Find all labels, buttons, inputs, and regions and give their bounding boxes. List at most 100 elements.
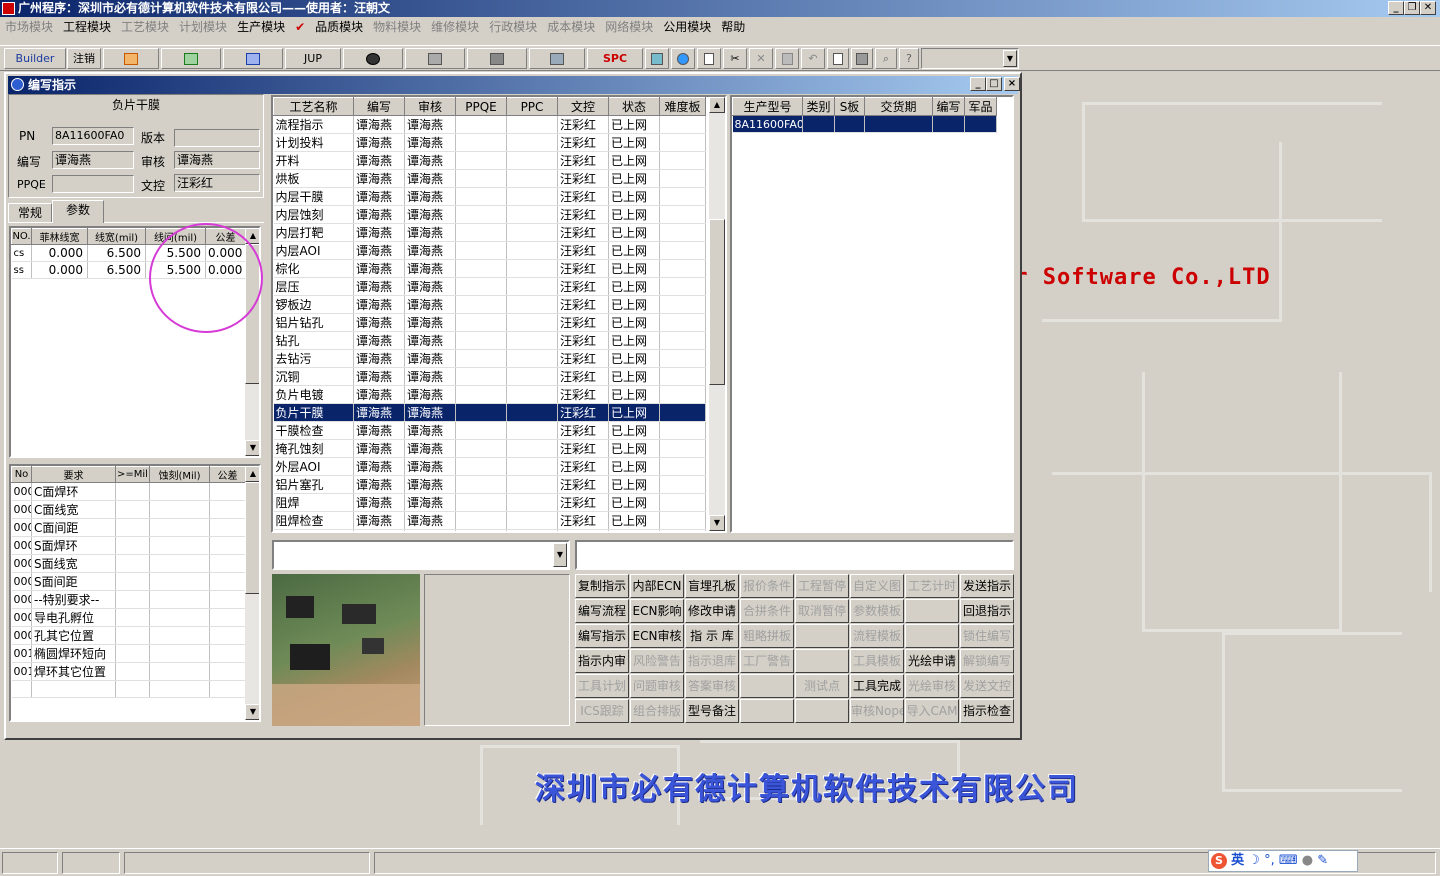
scroll-down-icon[interactable]: ▼ (709, 515, 725, 531)
tab-params[interactable]: 参数 (52, 200, 104, 223)
column-header[interactable]: 军品 (964, 97, 997, 116)
process-row[interactable]: 阻焊 谭海燕 谭海燕 汪彩红 已上网 (273, 493, 706, 512)
column-header[interactable]: 状态 (608, 97, 660, 116)
wrench-icon[interactable]: ✎ (1317, 853, 1328, 868)
column-header[interactable]: 交货期 (864, 97, 933, 116)
requirement-row[interactable]: 000导电孔孵位 (11, 608, 246, 627)
moon-icon[interactable]: ☽ (1248, 853, 1260, 868)
child-maximize-button[interactable]: □ (986, 77, 1002, 91)
process-combo[interactable]: ▼ (272, 540, 570, 570)
delete-button[interactable]: ✕ (749, 48, 773, 69)
print-button[interactable] (851, 48, 873, 69)
column-header[interactable]: 文控 (557, 97, 609, 116)
computer-button[interactable] (529, 48, 585, 69)
scroll-down-icon[interactable]: ▼ (245, 440, 259, 456)
ime-toolbar[interactable]: S 英 ☽ °, ⌨ ● ✎ (1208, 850, 1358, 872)
ppt-button[interactable] (103, 48, 159, 69)
scroll-thumb[interactable] (709, 219, 725, 385)
command-button[interactable]: 指 示 库 (685, 624, 739, 648)
command-button[interactable]: 发送指示 (960, 574, 1014, 598)
author-field[interactable]: 谭海燕 (52, 151, 134, 169)
process-row[interactable]: 计划投料 谭海燕 谭海燕 汪彩红 已上网 (273, 133, 706, 152)
command-button[interactable]: 复制指示 (575, 574, 629, 598)
command-button[interactable]: 修改申请 (685, 599, 739, 623)
scroll-up-icon[interactable]: ▲ (245, 466, 259, 482)
column-header[interactable]: 菲林线宽 (31, 228, 88, 245)
command-button[interactable]: ECN审核 (630, 624, 684, 648)
process-row[interactable]: 铝片塞孔 谭海燕 谭海燕 汪彩红 已上网 (273, 475, 706, 494)
requirement-row[interactable]: 000C面焊环 (11, 482, 246, 501)
process-row[interactable]: 钻孔 谭海燕 谭海燕 汪彩红 已上网 (273, 331, 706, 350)
scroll-thumb[interactable] (245, 482, 259, 594)
requirement-row[interactable]: 000S面焊环 (11, 536, 246, 555)
requirement-row[interactable]: 000S面间距 (11, 572, 246, 591)
requirement-row[interactable]: 000C面间距 (11, 518, 246, 537)
column-header[interactable]: 难度板 (659, 97, 706, 116)
process-row[interactable]: 烘板 谭海燕 谭海燕 汪彩红 已上网 (273, 169, 706, 188)
process-row[interactable]: 负片电镀 谭海燕 谭海燕 汪彩红 已上网 (273, 385, 706, 404)
column-header[interactable]: 类别 (802, 97, 835, 116)
database-button[interactable] (405, 48, 465, 69)
find-button[interactable]: ⌕ (875, 48, 897, 69)
process-row[interactable]: 负片干膜 谭海燕 谭海燕 汪彩红 已上网 (273, 403, 706, 422)
command-button[interactable]: 型号备注 (685, 699, 739, 723)
column-header[interactable]: 工艺名称 (273, 97, 354, 116)
view-button[interactable] (343, 48, 403, 69)
dc-field[interactable]: 汪彩红 (174, 174, 260, 192)
process-row[interactable]: 掩孔蚀刻 谭海燕 谭海燕 汪彩红 已上网 (273, 439, 706, 458)
menu-item[interactable]: 物料模块 (368, 17, 426, 37)
menu-item[interactable]: 公用模块 (658, 17, 716, 37)
menu-item[interactable]: 生产模块 (232, 17, 290, 37)
requirement-row[interactable]: 001焊环其它位置 (11, 662, 246, 681)
requirement-row[interactable]: 000孔其它位置 (11, 626, 246, 645)
user-icon[interactable]: ● (1302, 853, 1313, 868)
command-button[interactable]: 工具完成 (850, 674, 904, 698)
menu-item[interactable]: 计划模块 (174, 17, 232, 37)
command-button[interactable]: 内部ECN (630, 574, 684, 598)
process-row[interactable]: 内层蚀刻 谭海燕 谭海燕 汪彩红 已上网 (273, 205, 706, 224)
ie-button[interactable] (671, 48, 695, 69)
column-header[interactable]: 生产型号 (732, 97, 803, 116)
builder-button[interactable]: Builder (4, 48, 66, 69)
menu-item[interactable]: 行政模块 (484, 17, 542, 37)
pn-field[interactable]: 8A11600FA0 (52, 127, 134, 145)
spc-button[interactable]: SPC (587, 48, 643, 69)
column-header[interactable]: 要求 (31, 466, 116, 483)
column-header[interactable]: 公差 (209, 466, 246, 483)
punctuation-icon[interactable]: °, (1264, 853, 1275, 868)
close-button[interactable]: ✕ (1420, 1, 1436, 15)
process-row[interactable]: 棕化 谭海燕 谭海燕 汪彩红 已上网 (273, 259, 706, 278)
column-header[interactable]: No (11, 466, 32, 483)
command-button[interactable]: ECN影响 (630, 599, 684, 623)
menu-item[interactable]: 帮助 (716, 17, 750, 37)
process-row[interactable]: 内层打靶 谭海燕 谭海燕 汪彩红 已上网 (273, 223, 706, 242)
process-row[interactable]: 内层AOI 谭海燕 谭海燕 汪彩红 已上网 (273, 241, 706, 260)
requirement-row[interactable]: 001椭圆焊环短向 (11, 644, 246, 663)
column-header[interactable]: NO. (11, 228, 32, 245)
column-header[interactable]: 线宽(mil) (87, 228, 146, 245)
word-button[interactable] (223, 48, 283, 69)
preview-button[interactable] (827, 48, 849, 69)
version-field[interactable] (174, 129, 260, 147)
process-scrollbar[interactable]: ▲ ▼ (709, 97, 725, 531)
command-button[interactable]: 编写指示 (575, 624, 629, 648)
menu-item[interactable]: 市场模块 (0, 17, 58, 37)
requirement-row[interactable]: 000C面线宽 (11, 500, 246, 519)
save-button[interactable] (775, 48, 799, 69)
column-header[interactable]: >=Mil (115, 466, 150, 483)
review-field[interactable]: 谭海燕 (174, 151, 260, 169)
column-header[interactable]: PPC (506, 97, 558, 116)
restore-button[interactable]: ❐ (1404, 1, 1420, 15)
column-header[interactable]: S板 (834, 97, 865, 116)
child-close-button[interactable]: × (1004, 77, 1020, 91)
keyboard-icon[interactable]: ⌨ (1279, 853, 1298, 868)
ppqe-field[interactable] (52, 175, 134, 193)
menu-item[interactable]: 工艺模块 (116, 17, 174, 37)
new-doc-button[interactable] (697, 48, 721, 69)
process-row[interactable]: 锣板边 谭海燕 谭海燕 汪彩红 已上网 (273, 295, 706, 314)
column-header[interactable]: PPQE (455, 97, 507, 116)
child-minimize-button[interactable]: _ (970, 77, 986, 91)
menu-item[interactable]: 网络模块 (600, 17, 658, 37)
column-header[interactable]: 编写 (932, 97, 965, 116)
excel-button[interactable] (161, 48, 221, 69)
